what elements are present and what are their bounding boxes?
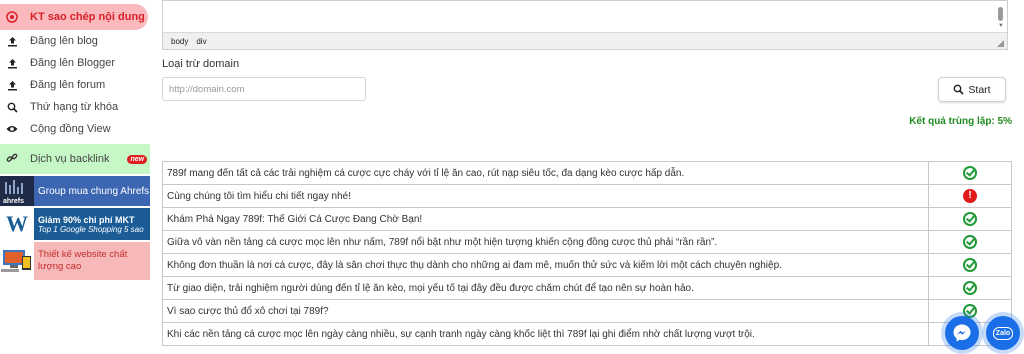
table-row: Vì sao cược thủ đổ xô chơi tại 789f?	[162, 299, 1012, 323]
table-row: Từ giao diện, trải nghiệm người dùng đến…	[162, 276, 1012, 300]
w-logo: W	[0, 208, 34, 240]
sentence-cell: Không đơn thuần là nơi cá cược, đây là s…	[162, 253, 929, 277]
ahrefs-logo: ahrefs	[0, 176, 34, 206]
table-row: 789f mang đến tất cả các trải nghiệm cá …	[162, 161, 1012, 185]
promo-mkt[interactable]: W Giảm 90% chi phí MKT Top 1 Google Shop…	[0, 208, 150, 240]
upload-icon	[5, 78, 19, 92]
sentence-cell: Vì sao cược thủ đổ xô chơi tại 789f?	[162, 299, 929, 323]
check-circle-icon[interactable]	[963, 258, 977, 272]
promo-label: Thiết kế website chất lượng cao	[38, 249, 128, 272]
sentence-cell: Khi các nền tảng cá cược mọc lên ngày cà…	[162, 322, 929, 346]
sidebar-item-keyword-rank[interactable]: Thứ hạng từ khóa	[0, 96, 150, 118]
status-cell	[928, 276, 1012, 300]
sentence-cell: 789f mang đến tất cả các trải nghiệm cá …	[162, 161, 929, 185]
search-icon	[5, 100, 19, 114]
exclude-domain-label: Loại trừ domain	[162, 58, 240, 70]
search-icon	[954, 84, 964, 95]
messenger-button[interactable]	[945, 316, 979, 350]
sidebar-item-label: Đăng lên Blogger	[30, 57, 116, 69]
sidebar-item-backlink[interactable]: Dịch vụ backlink new	[0, 144, 150, 174]
table-row: Cùng chúng tôi tìm hiểu chi tiết ngay nh…	[162, 184, 1012, 208]
sentence-cell: Từ giao diện, trải nghiệm người dùng đến…	[162, 276, 929, 300]
sidebar-item-label: KT sao chép nội dung	[30, 11, 145, 23]
promo-ahrefs[interactable]: ahrefs Group mua chung Ahrefs	[0, 176, 150, 206]
promo-text: Giảm 90% chi phí MKT Top 1 Google Shoppi…	[34, 208, 150, 240]
zalo-icon: Zalo	[992, 326, 1014, 340]
results-table: 789f mang đến tất cả các trải nghiệm cá …	[162, 161, 1012, 346]
page-scrollbar[interactable]	[1014, 0, 1024, 354]
page: KT sao chép nội dung Đăng lên blog Đăng …	[0, 0, 1024, 354]
editor-scrollbar[interactable]	[998, 7, 1003, 21]
status-cell: !	[928, 184, 1012, 208]
table-row: Khám Phá Ngay 789f: Thế Giới Cá Cược Đan…	[162, 207, 1012, 231]
messenger-icon	[953, 324, 971, 342]
sidebar-item-forum[interactable]: Đăng lên forum	[0, 74, 150, 96]
status-cell	[928, 230, 1012, 254]
upload-icon	[5, 34, 19, 48]
link-icon	[6, 152, 18, 167]
resize-grip-icon[interactable]	[997, 40, 1004, 47]
sentence-cell: Cùng chúng tôi tìm hiểu chi tiết ngay nh…	[162, 184, 929, 208]
start-button-label: Start	[968, 83, 991, 96]
start-button[interactable]: Start	[938, 77, 1006, 102]
check-circle-icon[interactable]	[963, 212, 977, 226]
promo-label: Group mua chung Ahrefs	[38, 185, 150, 197]
promo-title: Giảm 90% chi phí MKT	[38, 214, 135, 225]
check-circle-icon[interactable]	[963, 166, 977, 180]
check-circle-icon[interactable]	[963, 235, 977, 249]
devices-image	[0, 242, 34, 280]
duplicate-result: Kết quả trùng lặp: 5%	[909, 116, 1012, 127]
error-icon[interactable]: !	[963, 189, 977, 203]
new-badge: new	[127, 154, 148, 164]
sidebar: KT sao chép nội dung Đăng lên blog Đăng …	[0, 0, 150, 354]
content-editor[interactable]: ▼ body div	[162, 0, 1008, 50]
table-row: Khi các nền tảng cá cược mọc lên ngày cà…	[162, 322, 1012, 346]
ahrefs-logo-text: ahrefs	[3, 198, 25, 205]
target-icon	[5, 10, 19, 24]
sidebar-item-blogger[interactable]: Đăng lên Blogger	[0, 52, 150, 74]
sidebar-item-blog[interactable]: Đăng lên blog	[0, 30, 150, 52]
sidebar-item-community-view[interactable]: Cộng đồng View	[0, 118, 150, 140]
zalo-button[interactable]: Zalo	[986, 316, 1020, 350]
eye-icon	[5, 122, 19, 136]
status-cell	[928, 161, 1012, 185]
editor-status-bar: body div	[163, 32, 1007, 49]
w-logo-text: W	[6, 211, 28, 236]
sentence-cell: Khám Phá Ngay 789f: Thế Giới Cá Cược Đan…	[162, 207, 929, 231]
sidebar-item-label: Đăng lên blog	[30, 35, 98, 47]
main-content: ▼ body div Loại trừ domain Start Kết quả…	[162, 0, 1012, 354]
status-cell	[928, 207, 1012, 231]
promo-subtitle: Top 1 Google Shopping 5 sao	[38, 224, 144, 234]
status-cell	[928, 253, 1012, 277]
status-path-div[interactable]: div	[196, 37, 206, 46]
status-path-body[interactable]: body	[171, 37, 188, 46]
promo-web-design[interactable]: Thiết kế website chất lượng cao	[0, 242, 150, 280]
upload-icon	[5, 56, 19, 70]
sentence-cell: Giữa vô vàn nền tảng cá cược mọc lên như…	[162, 230, 929, 254]
sidebar-item-label: Dịch vụ backlink	[30, 153, 110, 165]
sidebar-item-label: Đăng lên forum	[30, 79, 106, 91]
table-row: Giữa vô vàn nền tảng cá cược mọc lên như…	[162, 230, 1012, 254]
scroll-down-icon[interactable]: ▼	[998, 23, 1004, 29]
sidebar-item-copy-check[interactable]: KT sao chép nội dung	[0, 4, 148, 30]
check-circle-icon[interactable]	[963, 281, 977, 295]
table-row: Không đơn thuần là nơi cá cược, đây là s…	[162, 253, 1012, 277]
exclude-domain-input[interactable]	[162, 77, 366, 101]
sidebar-item-label: Cộng đồng View	[30, 123, 111, 135]
sidebar-item-label: Thứ hạng từ khóa	[30, 101, 119, 113]
